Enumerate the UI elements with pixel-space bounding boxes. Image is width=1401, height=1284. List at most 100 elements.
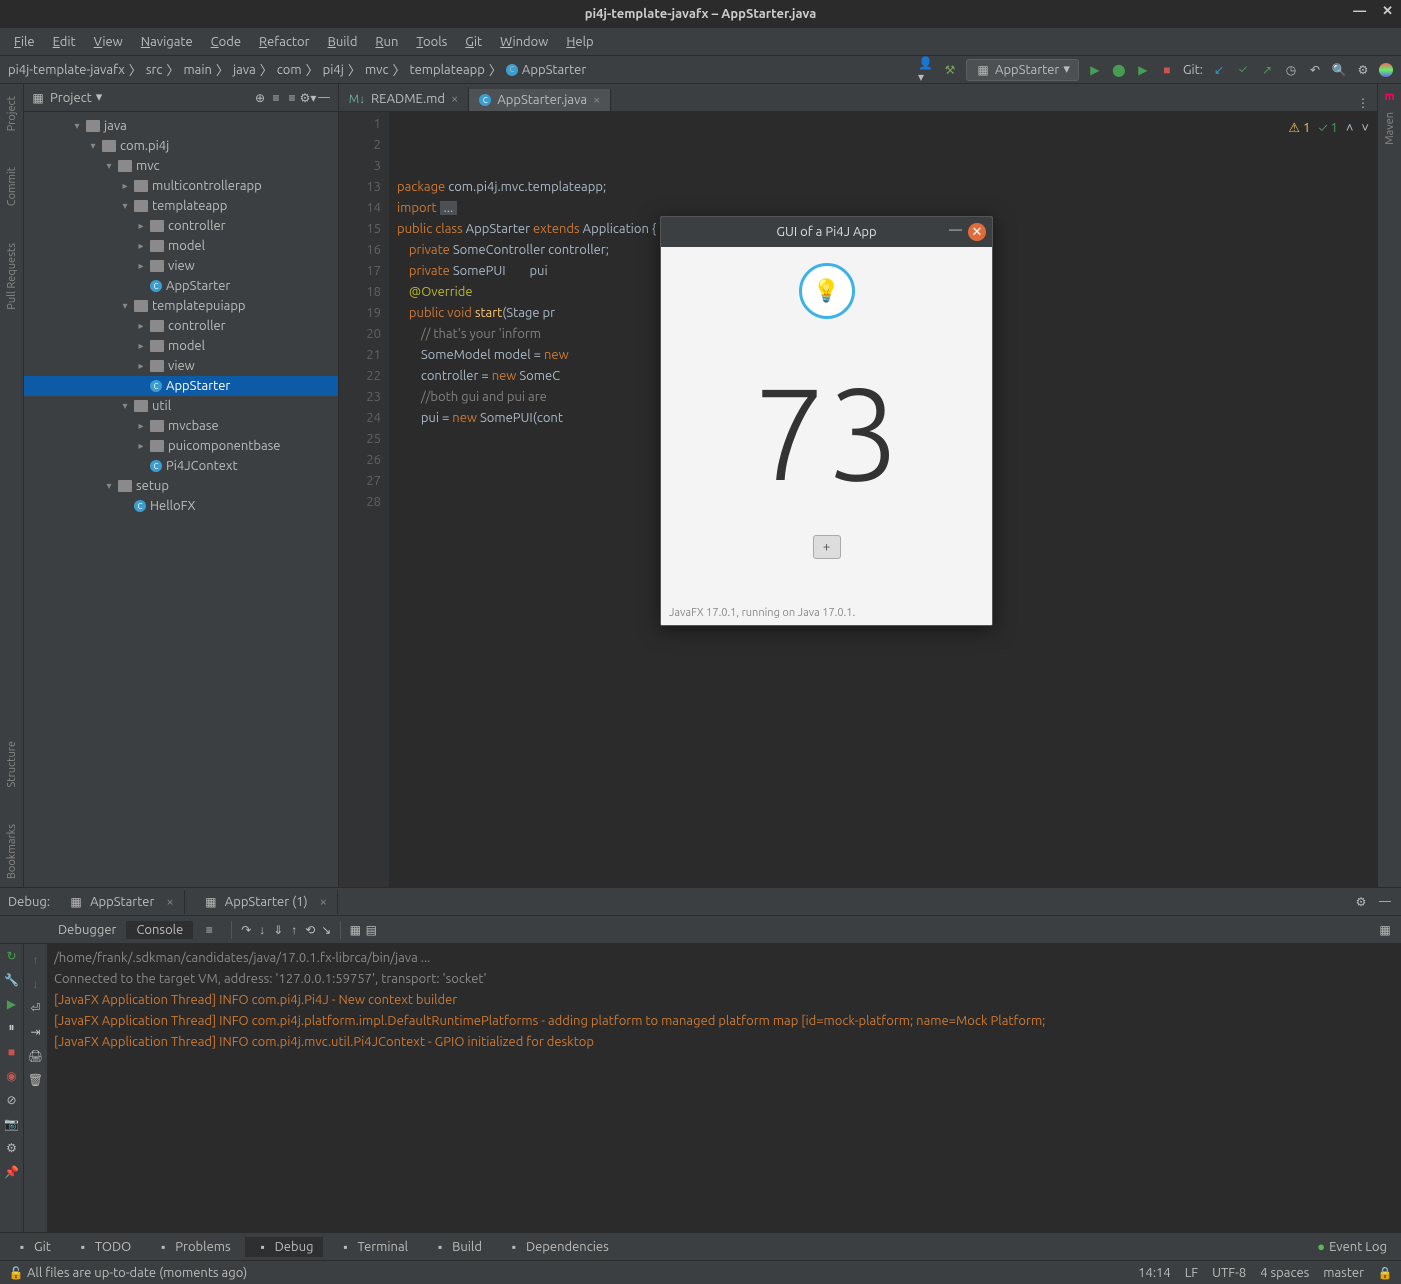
up-icon[interactable]: ↑: [28, 952, 44, 968]
user-icon[interactable]: 👤▾: [918, 62, 934, 78]
bottom-tab-problems[interactable]: ▪Problems: [145, 1237, 240, 1257]
editor-tab[interactable]: CAppStarter.java×: [469, 89, 611, 111]
tree-item-util[interactable]: ▾util: [24, 396, 338, 416]
breadcrumb-item[interactable]: templateapp: [410, 63, 485, 77]
close-icon[interactable]: ✕: [968, 223, 986, 241]
menu-git[interactable]: Git: [457, 33, 490, 51]
layout-icon[interactable]: ▦: [1377, 922, 1393, 938]
tree-item-view[interactable]: ▸view: [24, 256, 338, 276]
project-tree[interactable]: ▾java▾com.pi4j▾mvc▸multicontrollerapp▾te…: [24, 112, 338, 887]
close-tab-icon[interactable]: ×: [451, 92, 458, 106]
tree-item-appstarter[interactable]: CAppStarter: [24, 376, 338, 396]
menu-edit[interactable]: Edit: [45, 33, 84, 51]
tool-project[interactable]: Project: [6, 88, 18, 139]
bottom-tab-dependencies[interactable]: ▪Dependencies: [496, 1237, 619, 1257]
tree-arrow-icon[interactable]: ▸: [136, 260, 146, 272]
step-over-icon[interactable]: ↷: [238, 922, 254, 938]
gear-icon[interactable]: ⚙▾: [300, 90, 316, 106]
scroll-icon[interactable]: ⇥: [28, 1024, 44, 1040]
tree-item-mvc[interactable]: ▾mvc: [24, 156, 338, 176]
tree-item-templateapp[interactable]: ▾templateapp: [24, 196, 338, 216]
menu-view[interactable]: View: [86, 33, 131, 51]
more-icon[interactable]: ≡: [201, 922, 217, 938]
git-update-icon[interactable]: ↙: [1211, 62, 1227, 78]
close-tab-icon[interactable]: ×: [593, 93, 600, 107]
step-into-icon[interactable]: ↓: [254, 922, 270, 938]
collapse-icon[interactable]: ≡: [284, 90, 300, 106]
pause-icon[interactable]: ⏸: [4, 1020, 20, 1036]
status-cell[interactable]: UTF-8: [1212, 1266, 1246, 1280]
lightbulb-icon[interactable]: 💡: [799, 263, 855, 319]
tree-arrow-icon[interactable]: ▾: [88, 140, 98, 152]
bottom-tab-terminal[interactable]: ▪Terminal: [327, 1237, 418, 1257]
status-cell[interactable]: master: [1323, 1266, 1364, 1280]
status-cell[interactable]: LF: [1185, 1266, 1198, 1280]
target-icon[interactable]: ⊕: [252, 90, 268, 106]
hammer-icon[interactable]: ⚒: [942, 62, 958, 78]
camera-icon[interactable]: 📷: [4, 1116, 20, 1132]
tree-arrow-icon[interactable]: ▸: [136, 440, 146, 452]
hide-icon[interactable]: —: [1377, 894, 1393, 910]
close-icon[interactable]: ✕: [1382, 4, 1393, 19]
menu-window[interactable]: Window: [492, 33, 556, 51]
breadcrumb-item[interactable]: pi4j: [323, 63, 344, 77]
tree-arrow-icon[interactable]: ▾: [104, 480, 114, 492]
tree-item-model[interactable]: ▸model: [24, 236, 338, 256]
pi4j-app-window[interactable]: GUI of a Pi4J App — ✕ 💡 73 + JavaFX 17.0…: [660, 216, 993, 626]
breadcrumb-item[interactable]: main: [183, 63, 211, 77]
menu-run[interactable]: Run: [367, 33, 406, 51]
tree-arrow-icon[interactable]: ▸: [136, 220, 146, 232]
more-icon[interactable]: ⋮: [1355, 95, 1371, 111]
tree-arrow-icon[interactable]: ▸: [120, 180, 130, 192]
maven-logo-icon[interactable]: m: [1382, 88, 1398, 104]
chevron-down-icon[interactable]: ▾: [96, 90, 103, 105]
git-push-icon[interactable]: ↗: [1259, 62, 1275, 78]
ok-badge[interactable]: ✓ 1: [1318, 118, 1337, 139]
bottom-tab-build[interactable]: ▪Build: [422, 1237, 492, 1257]
run-cursor-icon[interactable]: ↘: [318, 922, 334, 938]
tree-item-view[interactable]: ▸view: [24, 356, 338, 376]
event-log-tab[interactable]: ● Event Log: [1307, 1237, 1397, 1256]
project-title[interactable]: Project: [50, 91, 92, 105]
tree-item-java[interactable]: ▾java: [24, 116, 338, 136]
tool-commit[interactable]: Commit: [6, 159, 18, 214]
debugger-tab[interactable]: Debugger: [48, 921, 126, 939]
gear-icon[interactable]: ⚙: [4, 1140, 20, 1156]
clear-icon[interactable]: 🗑: [28, 1072, 44, 1088]
status-cell[interactable]: 4 spaces: [1260, 1266, 1309, 1280]
tree-item-com-pi4j[interactable]: ▾com.pi4j: [24, 136, 338, 156]
console-output[interactable]: /home/frank/.sdkman/candidates/java/17.0…: [48, 944, 1401, 1232]
breakpoints-icon[interactable]: ◉: [4, 1068, 20, 1084]
minimize-icon[interactable]: —: [949, 223, 962, 241]
force-step-icon[interactable]: ⇓: [270, 922, 286, 938]
tool-maven[interactable]: Maven: [1384, 104, 1396, 153]
tree-arrow-icon[interactable]: ▸: [136, 360, 146, 372]
stop-icon[interactable]: ■: [4, 1044, 20, 1060]
tree-arrow-icon[interactable]: ▸: [136, 420, 146, 432]
tree-item-templatepuiapp[interactable]: ▾templatepuiapp: [24, 296, 338, 316]
bottom-tab-git[interactable]: ▪Git: [4, 1237, 61, 1257]
menu-help[interactable]: Help: [558, 33, 601, 51]
rollback-icon[interactable]: ↶: [1307, 62, 1323, 78]
tree-item-controller[interactable]: ▸controller: [24, 216, 338, 236]
tool-pullrequests[interactable]: Pull Requests: [6, 235, 18, 318]
git-commit-icon[interactable]: ✓: [1235, 62, 1251, 78]
menu-file[interactable]: File: [6, 33, 43, 51]
tree-arrow-icon[interactable]: ▾: [120, 200, 130, 212]
chevron-up-icon[interactable]: ˄: [1346, 118, 1354, 139]
tree-item-controller[interactable]: ▸controller: [24, 316, 338, 336]
hide-icon[interactable]: —: [316, 90, 332, 106]
editor-tab[interactable]: M↓README.md×: [339, 87, 469, 111]
rerun-icon[interactable]: ↻: [4, 948, 20, 964]
lock-icon[interactable]: 🔒: [1377, 1265, 1393, 1281]
tree-item-puicomponentbase[interactable]: ▸puicomponentbase: [24, 436, 338, 456]
trace-icon[interactable]: ▤: [363, 922, 379, 938]
history-icon[interactable]: ◷: [1283, 62, 1299, 78]
menu-navigate[interactable]: Navigate: [133, 33, 201, 51]
print-icon[interactable]: 🖨: [28, 1048, 44, 1064]
increment-button[interactable]: +: [813, 535, 841, 559]
tree-item-model[interactable]: ▸model: [24, 336, 338, 356]
down-icon[interactable]: ↓: [28, 976, 44, 992]
avatar-icon[interactable]: [1379, 63, 1393, 77]
tree-item-multicontrollerapp[interactable]: ▸multicontrollerapp: [24, 176, 338, 196]
